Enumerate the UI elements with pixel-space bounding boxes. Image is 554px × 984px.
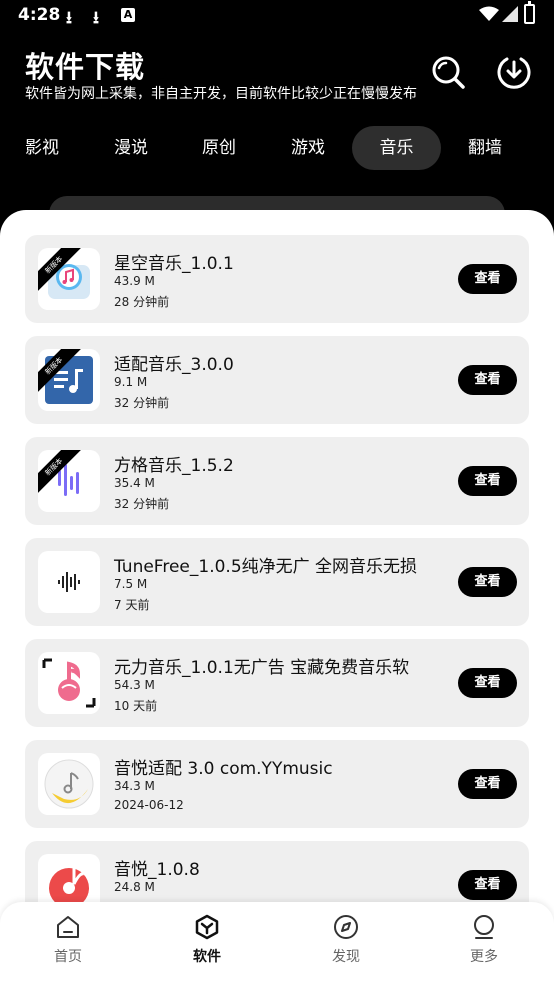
- app-name: 方格音乐_1.5.2: [114, 456, 234, 476]
- app-icon: 新版本: [38, 248, 100, 310]
- tab-games[interactable]: 游戏: [280, 126, 336, 170]
- app-size: 24.8 M: [114, 880, 155, 894]
- search-icon[interactable]: [430, 54, 466, 90]
- waveform-icon: [58, 572, 80, 592]
- tab-vpn[interactable]: 翻墙: [457, 126, 513, 170]
- view-button[interactable]: 查看: [458, 567, 517, 597]
- app-name: 元力音乐_1.0.1无广告 宝藏免费音乐软: [114, 658, 410, 678]
- app-name: 星空音乐_1.0.1: [114, 254, 234, 274]
- app-icon: [38, 551, 100, 613]
- page-subtitle: 软件皆为网上采集，非自主开发，目前软件比较少正在慢慢发布: [25, 86, 417, 102]
- nav-software-label: 软件: [193, 949, 221, 965]
- download-arrow-icon: ⭳: [93, 8, 99, 28]
- app-time: 32 分钟前: [114, 396, 170, 410]
- app-icon: 新版本: [38, 349, 100, 411]
- status-bar: 4:28 ⭳ ⭳ A: [0, 0, 554, 32]
- tab-original[interactable]: 原创: [191, 126, 247, 170]
- tab-comics[interactable]: 漫说: [103, 126, 159, 170]
- status-time: 4:28: [18, 5, 61, 25]
- battery-icon: [524, 1, 535, 24]
- app-name: 适配音乐_3.0.0: [114, 355, 234, 375]
- app-size: 35.4 M: [114, 476, 155, 490]
- nav-discover[interactable]: 发现: [306, 914, 386, 966]
- view-button[interactable]: 查看: [458, 668, 517, 698]
- app-list-item[interactable]: 新版本 方格音乐_1.5.2 35.4 M 32 分钟前 查看: [25, 437, 529, 525]
- view-button[interactable]: 查看: [458, 870, 517, 900]
- download-arrow-icon: ⭳: [66, 8, 72, 28]
- app-list-item[interactable]: 新版本 星空音乐_1.0.1 43.9 M 28 分钟前 查看: [25, 235, 529, 323]
- app-time: 7 天前: [114, 598, 150, 612]
- nav-home-label: 首页: [54, 949, 82, 965]
- nav-discover-label: 发现: [332, 949, 360, 965]
- nav-more[interactable]: 更多: [444, 914, 524, 966]
- a-notification-icon: A: [121, 8, 135, 22]
- app-name: 音悦适配 3.0 com.YYmusic: [114, 759, 333, 779]
- app-icon: [38, 652, 100, 714]
- app-time: 32 分钟前: [114, 497, 170, 511]
- tab-music[interactable]: 音乐: [352, 126, 441, 170]
- profile-icon: [474, 915, 494, 939]
- apps-icon: [195, 914, 219, 940]
- app-size: 9.1 M: [114, 375, 148, 389]
- view-button[interactable]: 查看: [458, 466, 517, 496]
- wifi-icon: [479, 6, 499, 21]
- tab-movies[interactable]: 影视: [14, 126, 70, 170]
- app-time: 2024-06-12: [114, 798, 184, 812]
- view-button[interactable]: 查看: [458, 769, 517, 799]
- app-list-sheet: 新版本 星空音乐_1.0.1 43.9 M 28 分钟前 查看 新版本 适配音乐…: [0, 210, 554, 984]
- app-icon: [38, 753, 100, 815]
- app-icon: 新版本: [38, 450, 100, 512]
- app-list-item[interactable]: 音悦适配 3.0 com.YYmusic 34.3 M 2024-06-12 查…: [25, 740, 529, 828]
- app-size: 7.5 M: [114, 577, 148, 591]
- signal-icon: [502, 6, 518, 22]
- app-size: 34.3 M: [114, 779, 155, 793]
- app-time: 28 分钟前: [114, 295, 170, 309]
- view-button[interactable]: 查看: [458, 264, 517, 294]
- app-list-item[interactable]: 新版本 适配音乐_3.0.0 9.1 M 32 分钟前 查看: [25, 336, 529, 424]
- app-list-item[interactable]: TuneFree_1.0.5纯净无广 全网音乐无损 7.5 M 7 天前 查看: [25, 538, 529, 626]
- page-title: 软件下载: [25, 50, 146, 84]
- app-time: 10 天前: [114, 699, 158, 713]
- bottom-navigation: 首页 软件 发现 更多: [0, 902, 554, 984]
- app-size: 54.3 M: [114, 678, 155, 692]
- download-icon[interactable]: [497, 55, 531, 89]
- moon-note-icon: [44, 759, 94, 809]
- app-list-item[interactable]: 元力音乐_1.0.1无广告 宝藏免费音乐软 54.3 M 10 天前 查看: [25, 639, 529, 727]
- pink-note-icon: [42, 658, 96, 708]
- home-icon: [57, 916, 79, 938]
- app-name: 音悦_1.0.8: [114, 860, 200, 880]
- app-name: TuneFree_1.0.5纯净无广 全网音乐无损: [114, 557, 418, 577]
- app-size: 43.9 M: [114, 274, 155, 288]
- view-button[interactable]: 查看: [458, 365, 517, 395]
- category-tabs: 影视 漫说 原创 游戏 音乐 翻墙: [0, 126, 554, 172]
- nav-more-label: 更多: [470, 949, 498, 965]
- compass-icon: [334, 915, 358, 939]
- nav-software[interactable]: 软件: [167, 914, 247, 966]
- nav-home[interactable]: 首页: [28, 914, 108, 966]
